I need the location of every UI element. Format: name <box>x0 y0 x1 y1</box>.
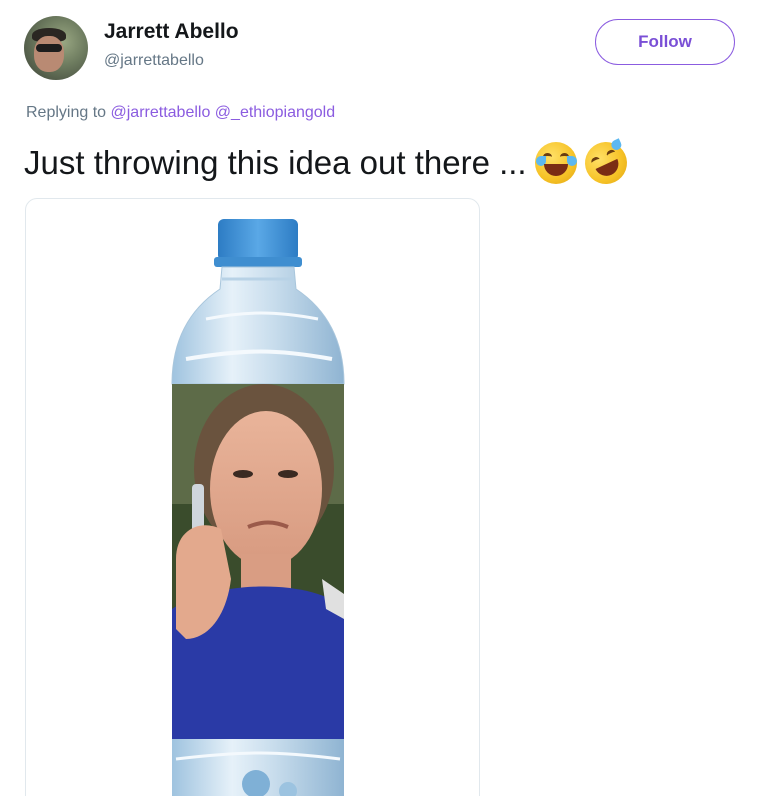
mention-link[interactable]: @_ethiopiangold <box>215 104 335 121</box>
author-handle[interactable]: @jarrettabello <box>104 52 204 70</box>
author-name[interactable]: Jarrett Abello <box>104 20 239 44</box>
tweet-page: Jarrett Abello @jarrettabello Follow Rep… <box>0 0 757 796</box>
face-with-tears-of-joy-icon <box>534 142 577 184</box>
bottle-cap <box>214 219 302 267</box>
avatar[interactable] <box>24 16 88 80</box>
rolling-on-floor-laughing-icon <box>577 135 634 191</box>
bottle-label-photo <box>172 384 344 739</box>
replying-to-label: Replying to <box>26 104 107 121</box>
mention-link[interactable]: @jarrettabello <box>111 104 211 121</box>
tweet-text: Just throwing this idea out there ... <box>24 144 527 181</box>
media-card[interactable] <box>25 198 480 796</box>
emoji-eye <box>589 155 602 167</box>
water-bottle-image <box>171 219 345 796</box>
bottle-neck <box>171 266 345 385</box>
follow-button[interactable]: Follow <box>595 19 735 65</box>
tweet-text-row: Just throwing this idea out there ... <box>24 135 634 191</box>
replying-to-line: Replying to @jarrettabello @_ethiopiango… <box>26 104 335 122</box>
bottle-bottom <box>172 739 344 796</box>
emoji-mouth <box>543 164 568 176</box>
avatar-face <box>34 36 64 72</box>
avatar-sunglasses <box>36 44 62 52</box>
emoji-tear <box>566 156 577 166</box>
